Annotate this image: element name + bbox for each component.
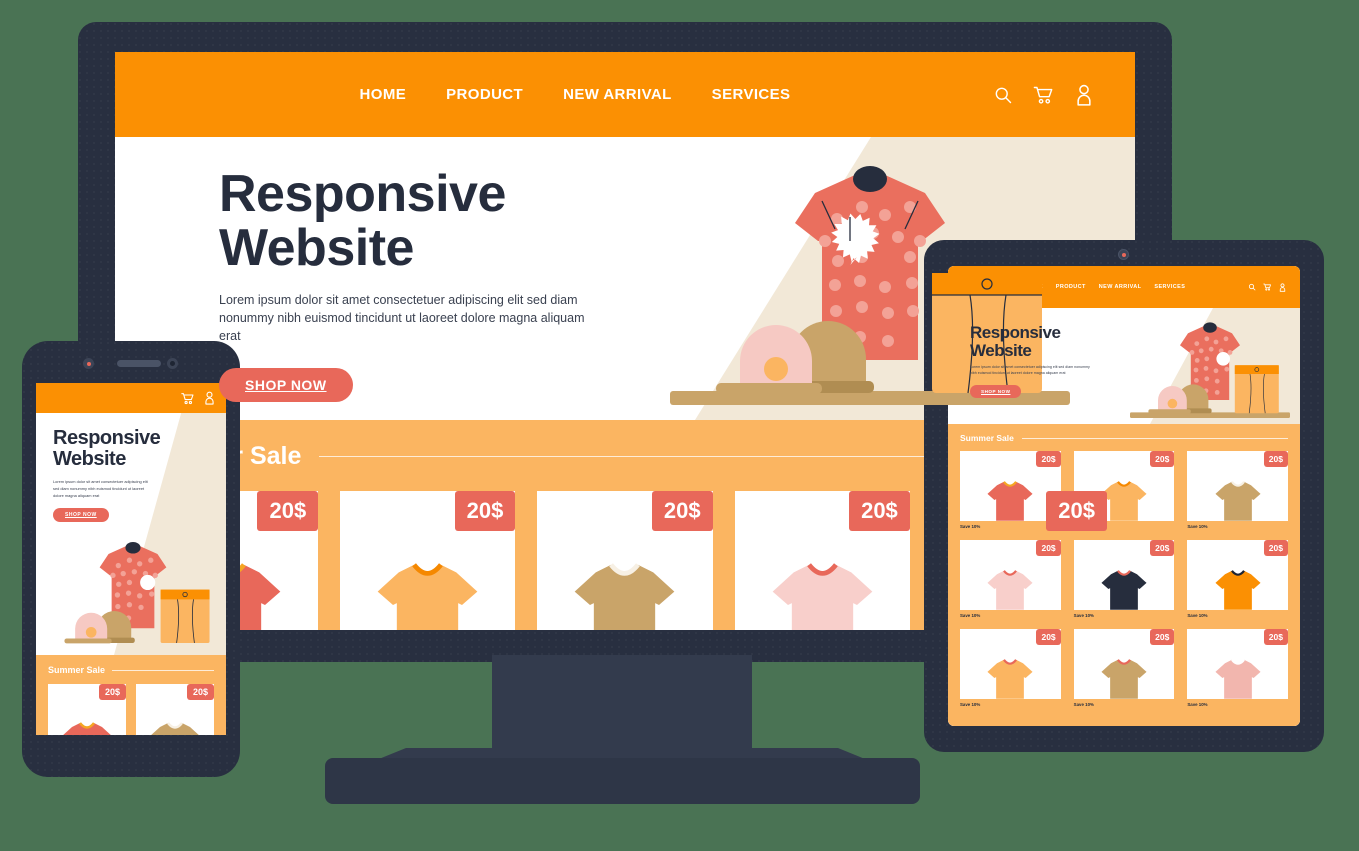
desktop-nav-links: HOME PRODUCT NEW ARRIVAL SERVICES	[360, 86, 791, 103]
price-badge: 20$	[1150, 451, 1175, 467]
price-badge: 20$	[1150, 540, 1175, 556]
product-card[interactable]: 20$ Save 10%	[1073, 629, 1175, 707]
price-badge: 20$	[1036, 451, 1061, 467]
tablet-sale-section: Summer Sale 20$ Save 10% 20$ Save 10% 20$ Sav…	[948, 424, 1300, 726]
search-icon[interactable]	[1248, 283, 1256, 291]
phone-screen: Responsive Website Lorem ipsum dolor sit…	[36, 383, 226, 735]
save-label: Save 10%	[1187, 702, 1208, 707]
price-badge: 20$	[1150, 629, 1175, 645]
nav-link-services[interactable]: SERVICES	[712, 86, 791, 103]
tablet-sale-header: Summer Sale	[960, 433, 1288, 443]
product-card[interactable]: 20$ Save 10%	[960, 629, 1061, 707]
desktop-hero-copy: Responsive Website Lorem ipsum dolor sit…	[115, 137, 585, 402]
price-badge: 20$	[1263, 451, 1288, 467]
price-badge: 20$	[651, 491, 713, 531]
price-badge: 20$	[849, 491, 910, 531]
user-icon[interactable]	[1075, 84, 1093, 106]
tablet-screen: HOME PRODUCT NEW ARRIVAL SERVICES	[948, 266, 1300, 726]
phone-sale-section: Summer Sale 20$ 20$	[36, 655, 226, 735]
cart-icon[interactable]	[1263, 283, 1272, 291]
product-card[interactable]: 20$ Save 10%	[1187, 451, 1288, 529]
tablet-hero-copy: Responsive Website Lorem ipsum dolor sit…	[948, 308, 1123, 398]
price-badge: 20$	[1263, 629, 1288, 645]
nav-link-home[interactable]: HOME	[360, 86, 407, 103]
price-badge: 20$	[1036, 540, 1061, 556]
monitor-stand-base	[325, 758, 920, 804]
sale-divider	[112, 669, 214, 671]
save-label: Save 10%	[960, 613, 981, 618]
product-card[interactable]: 20$	[48, 684, 126, 735]
phone-hero: Responsive Website Lorem ipsum dolor sit…	[36, 413, 226, 655]
hero-body-line1: Lorem ipsum dolor sit amet consectetuer …	[970, 365, 1074, 370]
hero-body-line2: nonummy nibh euismod tincidunt ut laoree…	[219, 311, 585, 344]
hero-body: Lorem ipsum dolor sit amet consectetuer …	[53, 478, 148, 499]
phone-hero-copy: Responsive Website Lorem ipsum dolor sit…	[36, 413, 196, 522]
hero-title-line1: Responsive	[970, 323, 1061, 342]
sale-title: Summer Sale	[48, 665, 106, 675]
hero-body: Lorem ipsum dolor sit amet consectetuer …	[219, 291, 585, 345]
save-label: Save 10%	[1073, 613, 1094, 618]
hero-title-line2: Website	[53, 447, 126, 470]
sale-divider	[1021, 437, 1288, 439]
tablet-site: HOME PRODUCT NEW ARRIVAL SERVICES	[948, 266, 1300, 726]
hero-apparel-illustration	[44, 525, 222, 655]
product-card[interactable]: 20$ Save 10%	[1073, 540, 1175, 618]
cart-icon[interactable]	[1033, 85, 1055, 105]
phone-product-grid: 20$ 20$	[48, 684, 214, 735]
save-label: Save 10%	[1187, 613, 1208, 618]
tablet-product-grid: 20$ Save 10% 20$ Save 10% 20$ Save 10% 20$ Save…	[960, 451, 1288, 707]
product-card[interactable]: 20$	[136, 684, 214, 735]
hero-title: Responsive Website	[970, 324, 1123, 359]
save-label: Save 10%	[1073, 702, 1094, 707]
phone-sale-header: Summer Sale	[48, 665, 214, 675]
tablet-camera-icon	[1118, 249, 1129, 260]
nav-link-new-arrival[interactable]: NEW ARRIVAL	[563, 86, 672, 103]
shop-now-button[interactable]: SHOP NOW	[219, 367, 353, 402]
desktop-nav-icons	[993, 84, 1093, 106]
phone-site: Responsive Website Lorem ipsum dolor sit…	[36, 383, 226, 735]
nav-link-new-arrival[interactable]: NEW ARRIVAL	[1099, 284, 1142, 290]
product-card[interactable]: 20$ Save 10%	[960, 540, 1061, 618]
product-card[interactable]: 20$	[340, 491, 516, 630]
product-card[interactable]: 20$ Save 10%	[1187, 629, 1288, 707]
price-badge: 20$	[186, 684, 214, 700]
product-card[interactable]: 20$	[734, 491, 910, 630]
price-badge: 20$	[454, 491, 516, 531]
price-badge: 20$	[1263, 540, 1288, 556]
hero-apparel-illustration	[1130, 314, 1290, 424]
shop-now-button[interactable]: SHOP NOW	[53, 507, 109, 522]
hero-body-line1: Lorem ipsum dolor sit amet consectetuer …	[219, 293, 578, 308]
hero-title-line2: Website	[219, 219, 414, 278]
price-badge: 20$	[98, 684, 126, 700]
hero-title-line2: Website	[970, 340, 1032, 360]
shop-now-button[interactable]: SHOP NOW	[970, 384, 1022, 398]
user-icon[interactable]	[1279, 282, 1286, 292]
nav-link-product[interactable]: PRODUCT	[446, 86, 523, 103]
price-badge: 20$	[1046, 491, 1107, 531]
save-label: Save 10%	[960, 702, 981, 707]
tablet-nav-icons	[1248, 282, 1286, 292]
nav-link-services[interactable]: SERVICES	[1154, 284, 1185, 290]
search-icon[interactable]	[993, 85, 1013, 105]
product-card[interactable]: 20$ Save 10%	[1187, 540, 1288, 618]
hero-title: Responsive Website	[219, 167, 585, 275]
sale-title: Summer Sale	[960, 433, 1014, 443]
hero-title-line1: Responsive	[53, 427, 161, 449]
product-card[interactable]: 20$	[537, 491, 713, 630]
phone-camera-icon	[83, 358, 94, 369]
price-badge: 20$	[1036, 629, 1061, 645]
hero-title: Responsive Website	[53, 428, 196, 470]
price-badge: 20$	[257, 491, 319, 531]
save-label: Save 10%	[1187, 524, 1208, 529]
desktop-navbar: HOME PRODUCT NEW ARRIVAL SERVICES	[115, 52, 1135, 137]
responsive-devices-scene: HOME PRODUCT NEW ARRIVAL SERVICES Respon…	[0, 0, 1359, 851]
hero-body: Lorem ipsum dolor sit amet consectetuer …	[970, 365, 1095, 377]
hero-title-line1: Responsive	[219, 165, 506, 223]
